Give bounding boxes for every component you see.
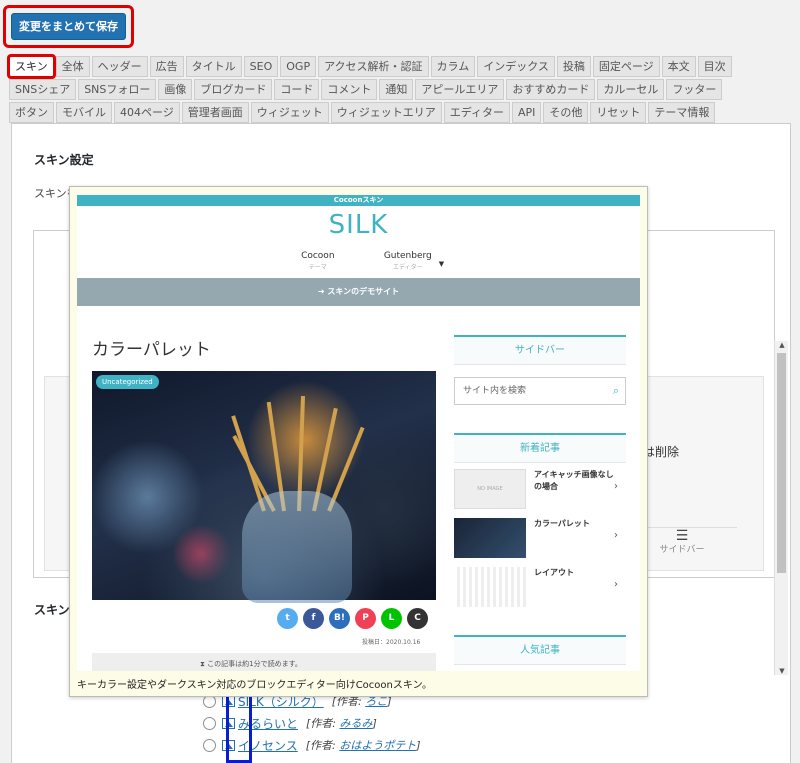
twitter-icon: t [277,608,298,629]
popular-articles: 人気記事 [454,635,626,665]
skin-preview-popup: Cocoonスキン SILK Cocoon テーマ Gutenberg エディター … [69,186,648,697]
post-date: 投稿日：2020.10.16 [362,639,421,646]
preview-article-title: カラーパレット [92,340,211,360]
new-articles: 新着記事 NO IMAGE アイキャッチ画像なしの場合 › カラーパレット › … [454,433,626,610]
tab-item[interactable]: ウィジェット [250,102,329,123]
save-all-button[interactable]: 変更をまとめて保存 [11,13,126,40]
sidebar-title: サイドバー [454,335,626,365]
article-thumb [454,518,526,558]
section-title: スキン設定 [34,153,94,167]
tab-item[interactable]: カラム [430,56,476,77]
share-buttons: t f B! P L C [272,608,428,629]
tab-item[interactable]: エディター [443,102,511,123]
skin-section-title: スキン [34,603,70,617]
tab-item[interactable]: API [512,102,542,123]
image-preview-icon[interactable] [222,695,235,707]
tab-item[interactable]: スキン [7,54,56,79]
tab-item[interactable]: ブログカード [194,79,273,100]
skin-preview-image: Cocoonスキン SILK Cocoon テーマ Gutenberg エディター … [77,195,640,671]
chevron-right-icon: › [614,481,618,492]
tab-item[interactable]: タイトル [185,56,242,77]
save-highlight: 変更をまとめて保存 [3,5,134,48]
tab-row-2: SNSシェア SNSフォロー 画像 ブログカード コード コメント 通知 アピールエリア おすす… [9,79,791,101]
tab-item[interactable]: 管理者画面 [181,102,249,123]
category-badge: Uncategorized [96,375,159,389]
image-preview-icon[interactable] [222,739,235,751]
preview-search-box: サイト内を検索 ⌕ [454,377,626,405]
copy-icon: C [407,608,428,629]
tab-item[interactable]: コメント [321,79,378,100]
tab-item[interactable]: 全体 [55,56,90,77]
tab-row-1: スキン 全体 ヘッダー 広告 タイトル SEO OGP アクセス解析・認証 カラム インデックス投… [7,54,791,79]
tab-item[interactable]: ボタン [9,102,54,123]
skin-description: キーカラー設定やダークスキン対応のブロックエディター向けCocoonスキン。 [77,680,432,691]
tab-item[interactable]: 投稿 [556,56,591,77]
article-thumb: NO IMAGE [454,469,526,509]
tab-item[interactable]: ヘッダー [91,56,148,77]
preview-logo: SILK [328,210,389,240]
tab-item[interactable]: その他 [543,102,589,123]
tab-item[interactable]: ウィジェットエリア [330,102,442,123]
preview-topbar: Cocoonスキン [77,195,640,206]
tab-item[interactable]: アクセス解析・認証 [318,56,429,77]
pocket-icon: P [355,608,376,629]
chevron-right-icon: › [614,530,618,541]
new-articles-title: 新着記事 [454,433,626,463]
tab-item[interactable]: コード [274,79,320,100]
tab-item[interactable]: SEO [243,56,279,77]
hatena-icon: B! [329,608,350,629]
tab-item[interactable]: インデックス [477,56,555,77]
author-link[interactable]: みるみ [340,717,373,730]
tab-item[interactable]: 404ページ [114,102,180,123]
facebook-icon: f [303,608,324,629]
tab-item[interactable]: モバイル [56,102,112,123]
demo-site-bar: ➜ スキンのデモサイト [77,278,640,306]
list-item: イノセンス [作者: おはようポテト] [203,734,421,756]
tab-item[interactable]: リセット [590,102,647,123]
tab-item[interactable]: OGP [280,56,317,77]
skin-author: [作者: おはようポテト] [305,739,421,752]
search-icon: ⌕ [612,384,619,397]
popular-title: 人気記事 [454,635,626,665]
image-preview-icon[interactable] [222,717,235,729]
tab-item[interactable]: 本文 [661,56,696,77]
article-item: レイアウト › [454,561,626,607]
line-icon: L [381,608,402,629]
tab-item[interactable]: 画像 [158,79,193,100]
list-item: みるらいと [作者: みるみ] [203,712,421,734]
tab-row-3: ボタン モバイル 404ページ 管理者画面 ウィジェット ウィジェットエリア エディター AP… [9,102,791,124]
read-time: ⧗ この記事は約1分で読めます。 [92,653,436,671]
scrollbar-thumb[interactable] [777,353,786,573]
article-item: カラーパレット › [454,512,626,558]
preview-main: カラーパレット Uncategorized t f B! P L C 投稿日：2020.1… [92,335,436,671]
tab-item[interactable]: 広告 [149,56,184,77]
article-item: NO IMAGE アイキャッチ画像なしの場合 › [454,463,626,509]
preview-sidebar: サイドバー サイト内を検索 ⌕ 新着記事 NO IMAGE アイキャッチ画像なし… [454,335,626,665]
skin-name-link[interactable]: イノセンス [238,737,298,754]
skin-author: [作者: みるみ] [306,717,377,730]
tab-item[interactable]: おすすめカード [506,79,596,100]
skin-radio[interactable] [203,738,216,752]
tab-item[interactable]: 目次 [697,56,732,77]
author-link[interactable]: おはようポテト [339,739,416,752]
tab-item[interactable]: 固定ページ [592,56,660,77]
skin-radio[interactable] [203,716,216,730]
tab-item[interactable]: フッター [666,79,723,100]
scroll-up-icon[interactable]: ▲ [775,341,789,349]
chevron-right-icon: › [614,579,618,590]
tab-item[interactable]: テーマ情報 [648,102,716,123]
tab-item[interactable]: SNSフォロー [78,79,157,100]
article-thumb [454,567,526,607]
scroll-down-icon[interactable]: ▼ [775,667,789,675]
tab-item[interactable]: アピールエリア [415,79,505,100]
skin-name-link[interactable]: みるらいと [238,715,298,732]
tab-item[interactable]: カルーセル [597,79,665,100]
preview-eyecatch-image: Uncategorized [92,371,436,603]
sidebar-option-label: サイドバー [659,544,705,555]
jar-shape [242,491,352,603]
settings-tabs: スキン 全体 ヘッダー 広告 タイトル SEO OGP アクセス解析・認証 カラム インデックス投… [7,54,791,125]
tab-item[interactable]: SNSシェア [9,79,77,100]
preview-scrollbar[interactable]: ▲ ▼ [774,341,788,675]
tab-item[interactable]: 通知 [379,79,414,100]
